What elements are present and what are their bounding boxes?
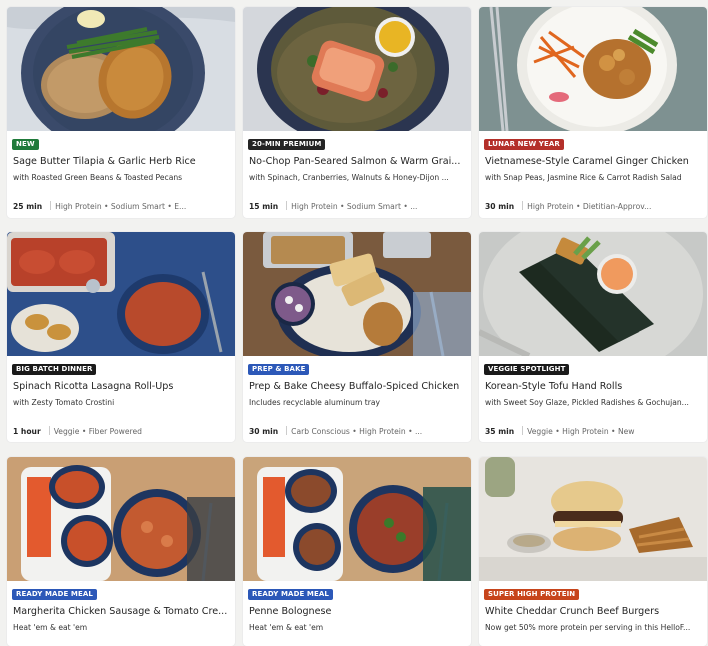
recipe-title[interactable]: Korean-Style Tofu Hand Rolls [485,381,703,392]
recipe-card[interactable]: PREP & BAKE Prep & Bake Cheesy Buffalo-S… [243,232,471,442]
recipe-image[interactable] [7,7,235,131]
recipe-time: 1 hour [13,427,41,436]
recipe-meta: 30 min Carb Conscious • High Protein • ..… [249,426,465,436]
recipe-title[interactable]: Margherita Chicken Sausage & Tomato Cre.… [13,606,231,617]
recipe-badge: READY MADE MEAL [12,589,97,600]
recipe-card[interactable]: NEW Sage Butter Tilapia & Garlic Herb Ri… [7,7,235,218]
recipe-meta: 35 min Veggie • High Protein • New [485,426,701,436]
recipe-meta: 15 min High Protein • Sodium Smart • ... [249,201,465,211]
recipe-badge: PREP & BAKE [248,364,310,375]
recipe-badge: READY MADE MEAL [248,589,333,600]
divider [50,201,52,210]
recipe-image[interactable] [243,232,471,356]
recipe-badge: VEGGIE SPOTLIGHT [484,364,570,375]
recipe-image[interactable] [243,7,471,131]
recipe-card[interactable]: SUPER HIGH PROTEIN White Cheddar Crunch … [479,457,707,646]
recipe-meta: 30 min High Protein • Dietitian-Approv... [485,201,701,211]
recipe-subtitle: with Spinach, Cranberries, Walnuts & Hon… [249,173,449,182]
recipe-image[interactable] [7,457,235,581]
recipe-tags: Carb Conscious • High Protein • ... [291,427,423,436]
recipe-meta: 1 hour Veggie • Fiber Powered [13,426,229,436]
recipe-tags: Veggie • High Protein • New [527,427,635,436]
recipe-time: 25 min [13,202,43,211]
recipe-tags: High Protein • Dietitian-Approv... [527,202,652,211]
recipe-image[interactable] [243,457,471,581]
recipe-subtitle: Heat 'em & eat 'em [13,623,88,632]
recipe-title[interactable]: No-Chop Pan-Seared Salmon & Warm Grai... [249,156,467,167]
recipe-time: 35 min [485,427,515,436]
recipe-tags: High Protein • Sodium Smart • ... [291,202,418,211]
recipe-grid: NEW Sage Butter Tilapia & Garlic Herb Ri… [0,0,708,646]
recipe-time: 15 min [249,202,279,211]
recipe-meta: 25 min High Protein • Sodium Smart • E... [13,201,229,211]
recipe-image[interactable] [7,232,235,356]
recipe-card[interactable]: LUNAR NEW YEAR Vietnamese-Style Caramel … [479,7,707,218]
recipe-card[interactable]: READY MADE MEAL Margherita Chicken Sausa… [7,457,235,646]
recipe-time: 30 min [249,427,279,436]
recipe-badge: LUNAR NEW YEAR [484,139,564,150]
divider [286,201,288,210]
recipe-title[interactable]: Prep & Bake Cheesy Buffalo-Spiced Chicke… [249,381,467,392]
recipe-card[interactable]: READY MADE MEAL Penne Bolognese Heat 'em… [243,457,471,646]
recipe-subtitle: Now get 50% more protein per serving in … [485,623,691,632]
recipe-title[interactable]: White Cheddar Crunch Beef Burgers [485,606,703,617]
recipe-tags: Veggie • Fiber Powered [53,427,142,436]
recipe-card[interactable]: BIG BATCH DINNER Spinach Ricotta Lasagna… [7,232,235,442]
recipe-badge: SUPER HIGH PROTEIN [484,589,580,600]
recipe-subtitle: with Sweet Soy Glaze, Pickled Radishes &… [485,398,689,407]
recipe-image[interactable] [479,457,707,581]
recipe-tags: High Protein • Sodium Smart • E... [55,202,187,211]
recipe-title[interactable]: Vietnamese-Style Caramel Ginger Chicken [485,156,703,167]
recipe-card[interactable]: VEGGIE SPOTLIGHT Korean-Style Tofu Hand … [479,232,707,442]
recipe-card[interactable]: 20-MIN PREMIUM No-Chop Pan-Seared Salmon… [243,7,471,218]
divider [48,426,50,435]
recipe-subtitle: with Roasted Green Beans & Toasted Pecan… [13,173,183,182]
recipe-title[interactable]: Spinach Ricotta Lasagna Roll-Ups [13,381,231,392]
recipe-subtitle: with Zesty Tomato Crostini [13,398,115,407]
recipe-badge: BIG BATCH DINNER [12,364,97,375]
divider [286,426,288,435]
recipe-subtitle: Includes recyclable aluminum tray [249,398,381,407]
recipe-title[interactable]: Penne Bolognese [249,606,467,617]
recipe-time: 30 min [485,202,515,211]
recipe-subtitle: with Snap Peas, Jasmine Rice & Carrot Ra… [485,173,682,182]
recipe-image[interactable] [479,7,707,131]
recipe-badge: NEW [12,139,39,150]
divider [522,201,524,210]
recipe-badge: 20-MIN PREMIUM [248,139,326,150]
recipe-subtitle: Heat 'em & eat 'em [249,623,324,632]
divider [522,426,524,435]
recipe-image[interactable] [479,232,707,356]
recipe-title[interactable]: Sage Butter Tilapia & Garlic Herb Rice [13,156,231,167]
